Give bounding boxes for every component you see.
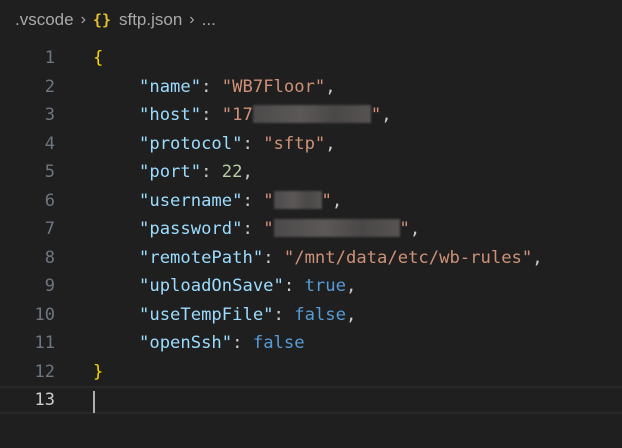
code-line[interactable]: 3 "host": "17 ",	[0, 101, 622, 129]
line-number: 12	[34, 362, 55, 382]
code-editor[interactable]: 1 { 2 "name": "WB7Floor", 3 "host": "17 "…	[0, 44, 622, 448]
json-key: "username"	[139, 191, 243, 211]
json-boolean-value: false	[252, 333, 305, 353]
line-number: 10	[34, 305, 55, 325]
redacted-value	[273, 219, 400, 237]
json-string-value: "WB7Floor"	[221, 77, 326, 97]
json-boolean-value: true	[304, 276, 346, 296]
current-line[interactable]: 13	[0, 386, 622, 414]
line-number: 8	[44, 248, 55, 268]
line-number: 3	[44, 105, 55, 125]
code-line[interactable]: 2 "name": "WB7Floor",	[0, 73, 622, 101]
json-key: "host"	[139, 105, 202, 125]
line-number: 5	[44, 162, 55, 182]
line-number: 13	[34, 390, 55, 410]
open-brace: {	[93, 48, 104, 68]
json-string-value: "sftp"	[263, 134, 326, 154]
code-line[interactable]: 7 "password": " ",	[0, 215, 622, 243]
code-line[interactable]: 12 }	[0, 358, 622, 386]
line-number: 11	[34, 333, 55, 353]
code-line[interactable]: 6 "username": " ",	[0, 187, 622, 215]
chevron-right-icon: ›	[80, 11, 86, 28]
close-brace: }	[93, 362, 104, 382]
breadcrumb-folder[interactable]: .vscode	[15, 10, 74, 30]
code-line[interactable]: 10 "useTempFile": false,	[0, 301, 622, 329]
line-number: 2	[44, 77, 55, 97]
json-key: "protocol"	[139, 134, 243, 154]
json-key: "port"	[139, 162, 202, 182]
line-number: 9	[44, 276, 55, 296]
json-string-value: "/mnt/data/etc/wb-rules"	[283, 248, 533, 268]
json-key: "openSsh"	[139, 333, 233, 353]
json-number-value: 22	[221, 162, 243, 182]
code-line[interactable]: 4 "protocol": "sftp",	[0, 130, 622, 158]
code-line[interactable]: 9 "uploadOnSave": true,	[0, 272, 622, 300]
json-key: "password"	[139, 219, 243, 239]
code-line[interactable]: 1 {	[0, 44, 622, 72]
code-line[interactable]: 11 "openSsh": false	[0, 329, 622, 357]
json-key: "name"	[139, 77, 202, 97]
line-number: 1	[44, 48, 55, 68]
code-line[interactable]: 5 "port": 22,	[0, 158, 622, 186]
line-number: 7	[44, 219, 55, 239]
code-line[interactable]: 8 "remotePath": "/mnt/data/etc/wb-rules"…	[0, 244, 622, 272]
redacted-value	[252, 105, 371, 123]
chevron-right-icon: ›	[189, 11, 195, 28]
breadcrumb-more[interactable]: ...	[202, 10, 216, 30]
json-key: "useTempFile"	[139, 305, 274, 325]
json-key: "uploadOnSave"	[139, 276, 284, 296]
line-number: 6	[44, 191, 55, 211]
json-key: "remotePath"	[139, 248, 264, 268]
json-file-icon: {}	[92, 11, 111, 29]
line-number: 4	[44, 134, 55, 154]
breadcrumb: .vscode › {} sftp.json › ...	[0, 0, 622, 40]
json-boolean-value: false	[294, 305, 346, 325]
breadcrumb-file[interactable]: sftp.json	[119, 10, 182, 30]
text-cursor	[93, 391, 95, 413]
redacted-value	[273, 191, 322, 209]
json-string-value: "17	[221, 105, 253, 125]
